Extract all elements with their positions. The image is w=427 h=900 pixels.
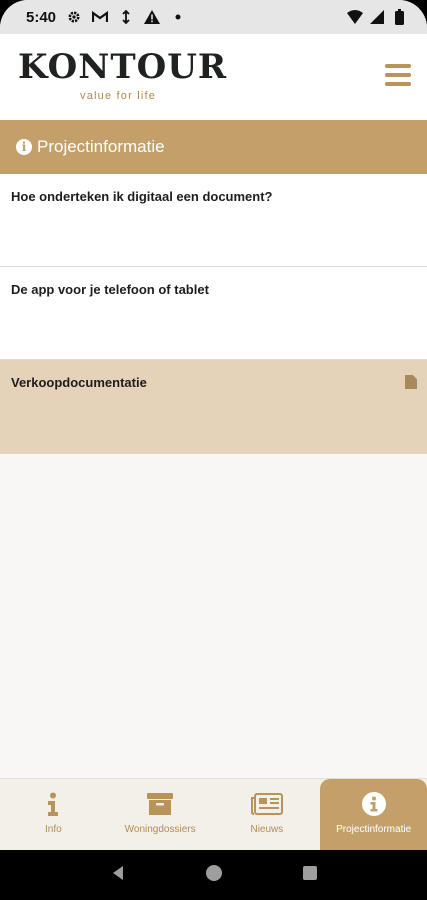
warning-icon xyxy=(144,9,161,25)
list-item-label: Verkoopdocumentatie xyxy=(11,375,147,390)
back-icon[interactable] xyxy=(110,865,126,886)
gear-icon xyxy=(66,9,82,25)
status-time: 5:40 xyxy=(26,8,57,26)
info-circle-icon: i xyxy=(16,139,32,155)
list-item-label: De app voor je telefoon of tablet xyxy=(11,282,209,297)
nav-label: Nieuws xyxy=(250,824,284,835)
info-icon xyxy=(47,791,59,817)
list-item[interactable]: Verkoopdocumentatie xyxy=(0,360,427,454)
status-bar: 5:40 xyxy=(0,0,427,34)
nav-label: Info xyxy=(45,824,62,835)
app-screen: 5:40 KONTOUR value for life i Projectinf… xyxy=(0,0,427,900)
section-header: i Projectinformatie xyxy=(0,120,427,174)
logo-tagline: value for life xyxy=(80,90,157,102)
bottom-navigation: Info Woningdossiers Nieuws Projectinform… xyxy=(0,778,427,850)
recents-icon[interactable] xyxy=(302,865,318,886)
nav-label: Woningdossiers xyxy=(124,824,196,835)
nav-item-nieuws[interactable]: Nieuws xyxy=(214,779,321,850)
logo-text: KONTOUR xyxy=(18,47,228,87)
list-item[interactable]: De app voor je telefoon of tablet xyxy=(0,267,427,360)
nav-label: Projectinformatie xyxy=(336,824,412,835)
nav-item-projectinformatie[interactable]: Projectinformatie xyxy=(320,779,427,850)
gmail-icon xyxy=(92,9,109,25)
nav-item-info[interactable]: Info xyxy=(0,779,107,850)
newspaper-icon xyxy=(250,791,283,817)
archive-box-icon xyxy=(147,791,174,817)
kontour-logo: KONTOUR value for life xyxy=(18,47,228,102)
hamburger-icon[interactable] xyxy=(385,64,411,86)
data-saver-icon xyxy=(118,9,134,25)
info-circle-icon xyxy=(361,791,387,817)
dot-icon xyxy=(170,9,186,25)
nav-item-woningdossiers[interactable]: Woningdossiers xyxy=(107,779,214,850)
list-item[interactable]: Hoe onderteken ik digitaal een document? xyxy=(0,174,427,267)
list-item-label: Hoe onderteken ik digitaal een document? xyxy=(11,189,273,204)
home-icon[interactable] xyxy=(205,864,223,887)
system-navigation-bar xyxy=(0,850,427,900)
signal-icon xyxy=(369,9,385,25)
wifi-icon xyxy=(347,9,363,25)
app-header: KONTOUR value for life xyxy=(0,34,427,120)
battery-icon xyxy=(391,9,407,25)
document-list: Hoe onderteken ik digitaal een document?… xyxy=(0,174,427,454)
section-title: Projectinformatie xyxy=(37,137,165,156)
